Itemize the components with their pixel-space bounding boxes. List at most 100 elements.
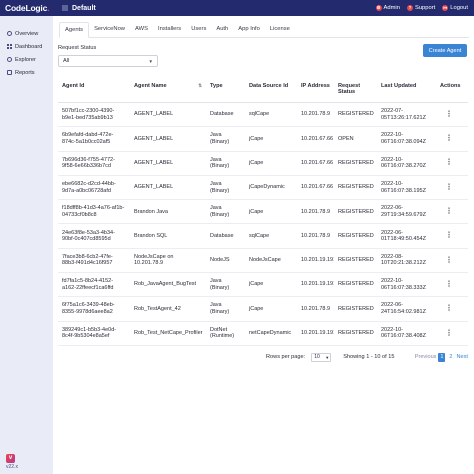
table-cell: sqlCape xyxy=(249,111,270,118)
table-cell: 10.201.78.9 xyxy=(301,208,331,215)
table-body: 507bf1cc-2300-4390-b9e1-bed735ab9b13 AGEN… xyxy=(58,103,468,346)
header-label: Request Status xyxy=(338,83,361,95)
table-row[interactable]: ebe6682c-d2cd-44bb-9d7a-a0bc06728afd AGEN… xyxy=(58,176,468,201)
kebab-menu-icon[interactable] xyxy=(448,328,450,336)
kebab-menu-icon[interactable] xyxy=(448,134,450,142)
table-cell: jCape xyxy=(249,208,264,215)
request-status-label: Request Status xyxy=(58,45,97,51)
gear-icon: ⚙ xyxy=(375,5,382,11)
kebab-menu-icon[interactable] xyxy=(448,182,450,190)
table-cell: netCapeDynamic xyxy=(249,330,292,337)
previous-page-button[interactable]: Previous xyxy=(415,354,437,360)
version-label: v22.x xyxy=(6,464,18,470)
sidebar: Overview Dashboard Explorer Reports v v2… xyxy=(0,16,53,474)
sidebar-item-dashboard[interactable]: Dashboard xyxy=(0,40,53,53)
support-link[interactable]: ? Support xyxy=(406,5,435,11)
row-actions xyxy=(436,109,468,120)
table-cell: AGENT_LABEL xyxy=(134,184,174,191)
create-agent-button[interactable]: Create Agent xyxy=(423,44,467,57)
kebab-menu-icon[interactable] xyxy=(448,207,450,215)
kebab-menu-icon[interactable] xyxy=(448,279,450,287)
table-cell: Rob_Test_NetCape_Profiler xyxy=(134,330,203,337)
header-agent-name[interactable]: Agent Name ⇅ xyxy=(130,80,206,102)
tab-license[interactable]: License xyxy=(265,21,295,37)
header-agent-id[interactable]: Agent Id xyxy=(58,80,130,102)
row-actions xyxy=(436,207,468,217)
table-row[interactable]: 7b696d36-f755-4772-9f58-6e66b336b7cd AGEN… xyxy=(58,152,468,176)
page-2-button[interactable]: 2 xyxy=(447,353,454,362)
table-cell: 2022-06-01T18:49:50.454Z xyxy=(381,229,426,243)
table-cell: 2022-10-06T16:07:38.195Z xyxy=(381,180,426,194)
table-cell: 389249c1-b5b3-4e0d-8c4f-9b5304e8a5ef xyxy=(62,326,117,340)
help-icon: ? xyxy=(406,5,413,11)
header-last-updated[interactable]: Last Updated xyxy=(377,80,436,102)
tab-servicenow[interactable]: ServiceNow xyxy=(89,21,130,37)
kebab-menu-icon[interactable] xyxy=(448,158,450,166)
row-actions xyxy=(436,158,468,168)
tab-users[interactable]: Users xyxy=(186,21,211,37)
request-status-select[interactable]: All ▼ xyxy=(58,55,158,67)
table-row[interactable]: 7face3b8-6cb2-47fe-88b3-f491d4c16f957 Nod… xyxy=(58,249,468,274)
table-row[interactable]: 6f75a1c6-3439-48eb-8355-9978d6aee8a2 Rob_… xyxy=(58,297,468,322)
table-row[interactable]: f18dff8b-41d3-4a76-af1b-04733cf0b8c8 Bran… xyxy=(58,200,468,225)
logout-link[interactable]: ↦ Logout xyxy=(442,5,468,11)
tab-aws[interactable]: AWS xyxy=(130,21,153,37)
sidebar-item-label: Explorer xyxy=(15,56,36,63)
workspace-label: Default xyxy=(72,4,96,12)
table-cell: f18dff8b-41d3-4a76-af1b-04733cf0b8c8 xyxy=(62,205,125,218)
header-data-source-id[interactable]: Data Source Id xyxy=(245,80,297,102)
row-actions xyxy=(436,304,468,314)
table-cell: 7b696d36-f755-4772-9f58-6e66b336b7cd xyxy=(62,156,115,170)
kebab-menu-icon[interactable] xyxy=(448,255,450,263)
tab-app-info[interactable]: App Info xyxy=(233,21,265,37)
sort-icon[interactable]: ⇅ xyxy=(198,83,202,89)
table-cell: 10.201.78.9 xyxy=(301,111,331,118)
sidebar-item-label: Dashboard xyxy=(15,43,43,50)
table-cell: DotNet (Runtime) xyxy=(210,326,235,340)
sidebar-item-overview[interactable]: Overview xyxy=(0,27,53,40)
sidebar-item-reports[interactable]: Reports xyxy=(0,66,53,79)
tab-auth[interactable]: Auth xyxy=(211,21,233,37)
table-cell: Rob_JavaAgent_BugTest xyxy=(134,281,197,288)
sidebar-item-explorer[interactable]: Explorer xyxy=(0,53,53,66)
codelogic-logo[interactable]: CodeLogic. xyxy=(0,3,53,13)
table-row[interactable]: fd7fa1c5-8b24-4152-a162-22ffeecf1ca6ffd R… xyxy=(58,273,468,298)
rows-per-page-select[interactable]: 10 ▼ xyxy=(311,352,332,362)
table-row[interactable]: 6b9efafd-dabd-472e-874c-5a1b0cc02af5 AGEN… xyxy=(58,127,468,152)
row-actions xyxy=(436,231,468,241)
table-cell: Java (Binary) xyxy=(210,132,230,145)
logo-text: CodeLogic xyxy=(5,3,48,13)
page-1-button[interactable]: 1 xyxy=(438,352,446,362)
version-info: v v22.x xyxy=(6,454,18,470)
table-cell: REGISTERED xyxy=(338,330,374,337)
workspace-selector[interactable]: Default xyxy=(62,5,96,12)
table-row[interactable]: 507bf1cc-2300-4390-b9e1-bed735ab9b13 AGEN… xyxy=(58,103,468,128)
header-type[interactable]: Type xyxy=(206,80,245,102)
next-page-button[interactable]: Next xyxy=(456,354,468,360)
admin-tabs: Agents ServiceNow AWS Installers Users A… xyxy=(59,22,469,38)
table-cell: sqlCape xyxy=(249,232,270,239)
grid-icon xyxy=(62,5,68,11)
table-row[interactable]: 389249c1-b5b3-4e0d-8c4f-9b5304e8a5ef Rob_… xyxy=(58,322,468,346)
admin-menu[interactable]: ⚙ Admin xyxy=(375,5,400,11)
kebab-menu-icon[interactable] xyxy=(448,231,450,239)
table-cell: Database xyxy=(210,111,234,118)
table-cell: 2022-10-06T16:07:38.408Z xyxy=(381,326,426,340)
table-cell: REGISTERED xyxy=(338,281,374,288)
table-cell: NodeJsCape on 10.201.78.9 xyxy=(134,253,174,267)
table-cell: REGISTERED xyxy=(338,184,374,191)
table-cell: NodeJS xyxy=(210,257,230,264)
header-ip-address[interactable]: IP Address xyxy=(297,80,334,102)
table-cell: jCape xyxy=(249,281,264,288)
table-cell: NodeJsCape xyxy=(249,257,281,264)
tab-installers[interactable]: Installers xyxy=(153,21,186,37)
table-cell: Brandon SQL xyxy=(134,232,168,239)
table-row[interactable]: 24e63f8e-53a3-4b34-90bf-0c407cd8595d Bran… xyxy=(58,224,468,249)
kebab-menu-icon[interactable] xyxy=(448,304,450,312)
tab-agents[interactable]: Agents xyxy=(59,22,90,38)
table-cell: Java (Binary) xyxy=(210,156,230,170)
kebab-menu-icon[interactable] xyxy=(448,109,450,117)
header-request-status[interactable]: Request Status xyxy=(334,80,377,102)
table-cell: Database xyxy=(210,232,234,239)
table-cell: 2022-06-29T19:34:59.679Z xyxy=(381,205,426,218)
